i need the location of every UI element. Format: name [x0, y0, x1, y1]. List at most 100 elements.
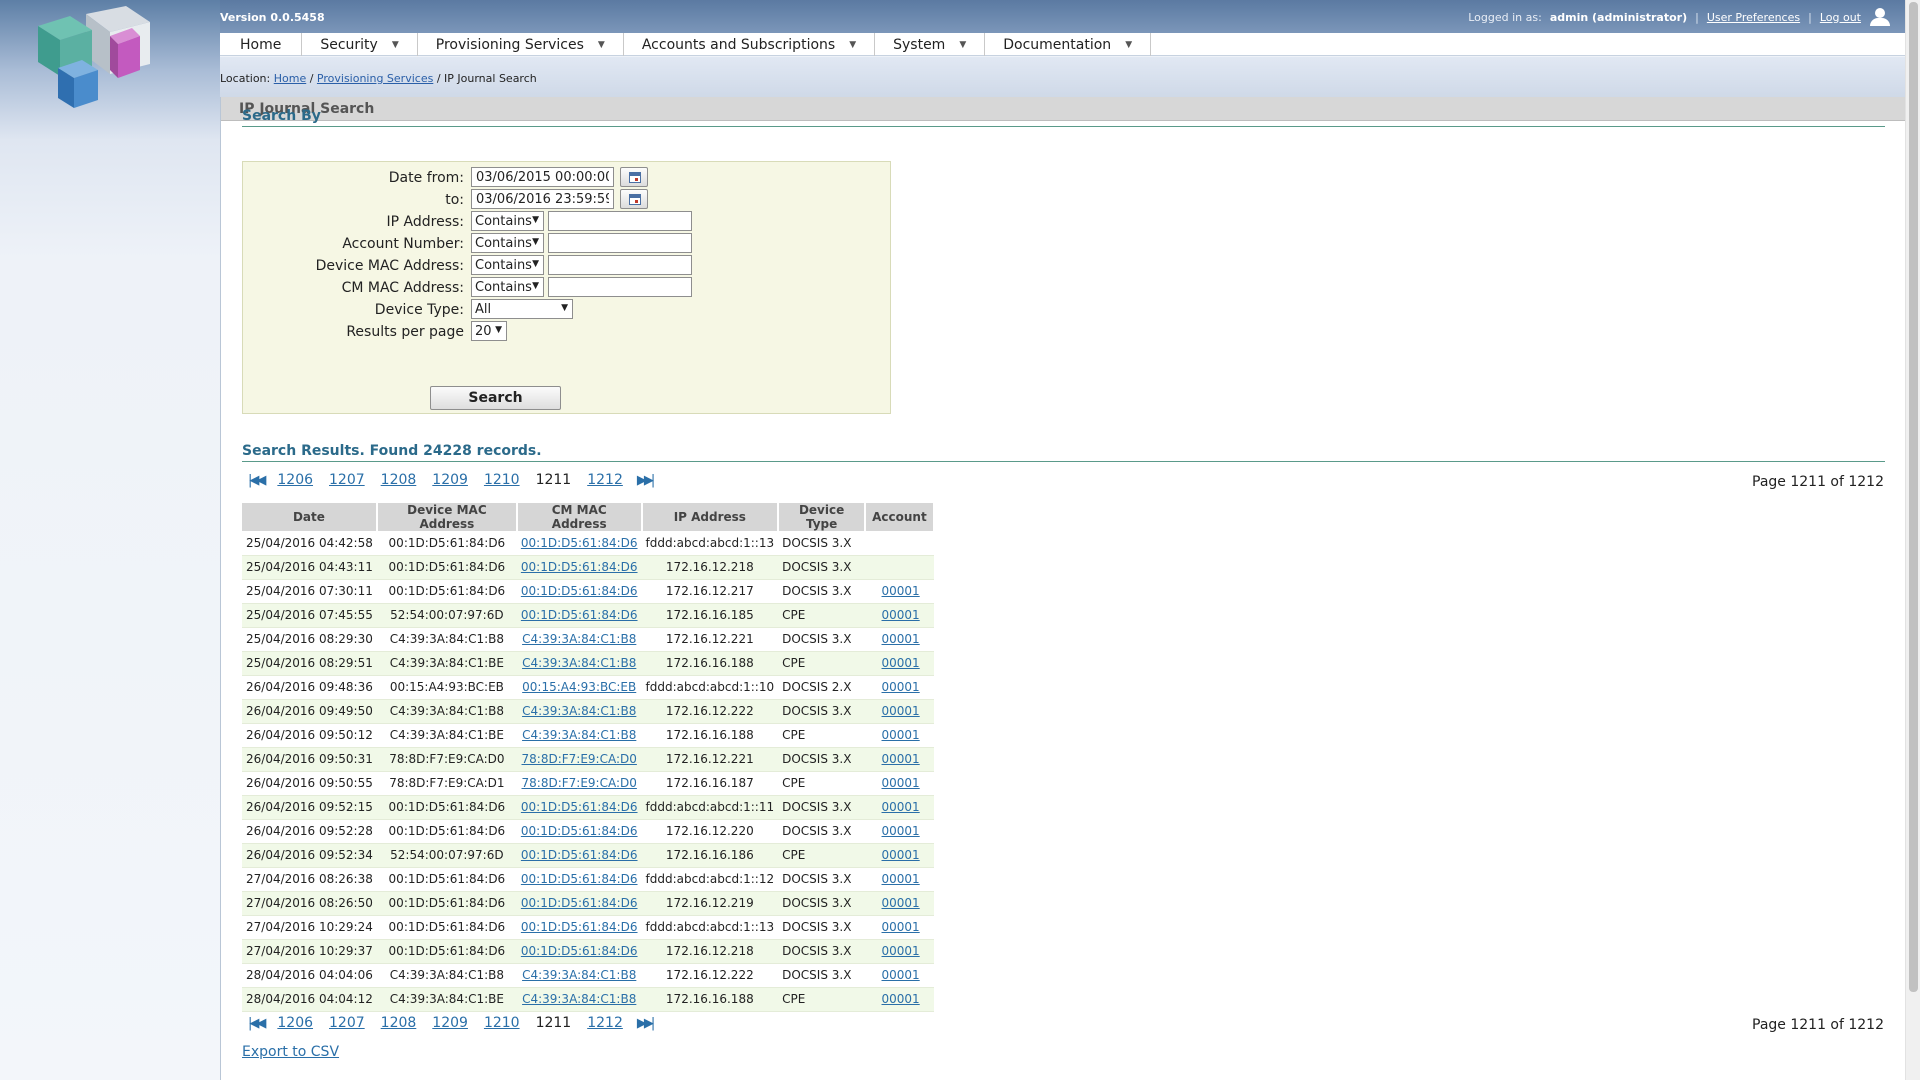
device-mac-mode-select[interactable]: Contains ▼: [471, 255, 544, 275]
last-page-icon[interactable]: ▶▶|: [637, 473, 655, 488]
page-link[interactable]: 1210: [484, 1015, 520, 1031]
device-type-select[interactable]: All ▼: [471, 299, 573, 319]
main-content: IP Journal Search Search By Date from: t…: [220, 97, 1905, 1080]
menu-documentation[interactable]: Documentation ▼: [985, 33, 1152, 56]
separator: |: [1808, 10, 1812, 24]
account-link[interactable]: 00001: [882, 824, 920, 838]
cm-mac-link[interactable]: 00:1D:D5:61:84:D6: [521, 560, 638, 574]
export-csv-link[interactable]: Export to CSV: [242, 1044, 339, 1060]
cm-mac-link[interactable]: 00:1D:D5:61:84:D6: [521, 584, 638, 598]
user-icon[interactable]: [1869, 8, 1891, 26]
ip-cell: 172.16.16.186: [641, 843, 779, 867]
page-link[interactable]: 1209: [432, 472, 468, 488]
breadcrumb-provisioning-link[interactable]: Provisioning Services: [317, 72, 433, 85]
cm-mac-link[interactable]: 00:1D:D5:61:84:D6: [521, 872, 638, 886]
cm-mac-link[interactable]: 00:1D:D5:61:84:D6: [521, 824, 638, 838]
account-link[interactable]: 00001: [882, 800, 920, 814]
cm-mac-input[interactable]: [548, 277, 692, 297]
account-link[interactable]: 00001: [882, 992, 920, 1006]
cm-mac-link[interactable]: C4:39:3A:84:C1:B8: [522, 632, 636, 646]
page-link[interactable]: 1212: [587, 472, 623, 488]
table-row: 27/04/2016 08:26:50 00:1D:D5:61:84:D6 00:1…: [242, 891, 934, 915]
ip-cell: 172.16.12.218: [641, 939, 779, 963]
date-to-calendar-button[interactable]: [620, 189, 648, 209]
cm-mac-mode-select[interactable]: Contains ▼: [471, 277, 544, 297]
cm-mac-link[interactable]: C4:39:3A:84:C1:B8: [522, 656, 636, 670]
caret-down-icon: ▼: [849, 39, 857, 50]
menu-accounts-subscriptions[interactable]: Accounts and Subscriptions ▼: [624, 33, 876, 56]
cm-mac-link[interactable]: 00:1D:D5:61:84:D6: [521, 608, 638, 622]
page-link[interactable]: 1207: [329, 472, 365, 488]
scrollbar-thumb[interactable]: [1909, 2, 1918, 992]
page-link[interactable]: 1212: [587, 1015, 623, 1031]
account-link[interactable]: 00001: [882, 632, 920, 646]
account-mode-select[interactable]: Contains ▼: [471, 233, 544, 253]
device-type-row: Device Type: All ▼: [243, 299, 892, 321]
cm-mac-link[interactable]: 00:15:A4:93:BC:EB: [522, 680, 636, 694]
date-to-input[interactable]: [471, 189, 614, 209]
search-button[interactable]: Search: [430, 386, 561, 410]
account-link[interactable]: 00001: [882, 920, 920, 934]
table-cell: 00001: [865, 963, 934, 987]
cm-mac-link[interactable]: 00:1D:D5:61:84:D6: [521, 536, 638, 550]
results-per-page-select[interactable]: 20 ▼: [471, 321, 507, 341]
date-from-input[interactable]: [471, 167, 614, 187]
cm-mac-link[interactable]: 00:1D:D5:61:84:D6: [521, 920, 638, 934]
chevron-down-icon: ▼: [495, 325, 502, 335]
menu-system[interactable]: System ▼: [875, 33, 986, 56]
ip-input[interactable]: [548, 211, 692, 231]
last-page-icon[interactable]: ▶▶|: [637, 1016, 655, 1031]
first-page-icon[interactable]: |◀◀: [248, 1016, 266, 1031]
page-link[interactable]: 1210: [484, 472, 520, 488]
cm-mac-link[interactable]: 00:1D:D5:61:84:D6: [521, 800, 638, 814]
page-link[interactable]: 1206: [277, 472, 313, 488]
ip-mode-select[interactable]: Contains ▼: [471, 211, 544, 231]
cm-mac-link[interactable]: 00:1D:D5:61:84:D6: [521, 848, 638, 862]
page-link[interactable]: 1208: [381, 1015, 417, 1031]
cm-mac-link[interactable]: C4:39:3A:84:C1:B8: [522, 968, 636, 982]
page-link[interactable]: 1207: [329, 1015, 365, 1031]
account-link[interactable]: 00001: [882, 752, 920, 766]
account-link[interactable]: 00001: [882, 680, 920, 694]
table-cell: 00001: [865, 843, 934, 867]
account-link[interactable]: 00001: [882, 608, 920, 622]
account-link[interactable]: 00001: [882, 776, 920, 790]
date-from-calendar-button[interactable]: [620, 167, 648, 187]
account-link[interactable]: 00001: [882, 896, 920, 910]
cm-mac-link[interactable]: 78:8D:F7:E9:CA:D0: [522, 752, 637, 766]
logout-link[interactable]: Log out: [1820, 11, 1861, 24]
account-link: [865, 531, 934, 555]
menu-home[interactable]: Home: [220, 33, 303, 56]
first-page-icon[interactable]: |◀◀: [248, 473, 266, 488]
table-cell: 00001: [865, 891, 934, 915]
account-link[interactable]: 00001: [882, 872, 920, 886]
device-type-cell: DOCSIS 3.X: [778, 867, 866, 891]
cm-mac-link[interactable]: 00:1D:D5:61:84:D6: [521, 944, 638, 958]
breadcrumb-home-link[interactable]: Home: [274, 72, 306, 85]
account-link[interactable]: 00001: [882, 944, 920, 958]
account-link[interactable]: 00001: [882, 968, 920, 982]
device-mac-input[interactable]: [548, 255, 692, 275]
page-link[interactable]: 1209: [432, 1015, 468, 1031]
cm-mac-link[interactable]: C4:39:3A:84:C1:B8: [522, 992, 636, 1006]
cm-mac-link[interactable]: 78:8D:F7:E9:CA:D0: [522, 776, 637, 790]
user-preferences-link[interactable]: User Preferences: [1707, 11, 1800, 24]
account-link[interactable]: 00001: [882, 656, 920, 670]
page-link[interactable]: 1206: [277, 1015, 313, 1031]
menu-security[interactable]: Security ▼: [302, 33, 418, 56]
table-cell: 00001: [865, 699, 934, 723]
account-link[interactable]: 00001: [882, 584, 920, 598]
account-link[interactable]: 00001: [882, 848, 920, 862]
cm-mac-link[interactable]: C4:39:3A:84:C1:B8: [522, 728, 636, 742]
menu-provisioning-services[interactable]: Provisioning Services ▼: [418, 33, 624, 56]
date-cell: 26/04/2016 09:52:34: [242, 843, 377, 867]
caret-down-icon: ▼: [391, 39, 399, 50]
page-link[interactable]: 1208: [381, 472, 417, 488]
cm-mac-link[interactable]: 00:1D:D5:61:84:D6: [521, 896, 638, 910]
vertical-scrollbar[interactable]: [1905, 0, 1920, 1080]
device-type-cell: DOCSIS 3.X: [778, 891, 866, 915]
account-link[interactable]: 00001: [882, 728, 920, 742]
cm-mac-link[interactable]: C4:39:3A:84:C1:B8: [522, 704, 636, 718]
account-link[interactable]: 00001: [882, 704, 920, 718]
account-input[interactable]: [548, 233, 692, 253]
